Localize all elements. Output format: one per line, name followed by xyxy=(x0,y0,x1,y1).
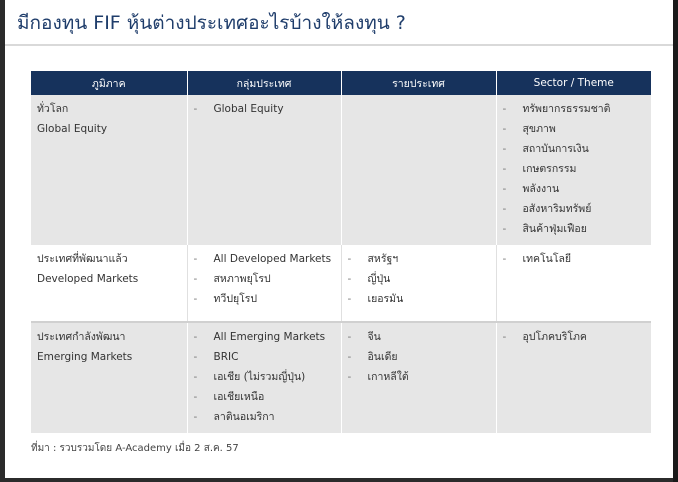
list-item: - อุปโภคบริโภค xyxy=(502,331,587,343)
list-item: - สหภาพยุโรป xyxy=(193,273,271,285)
list-item: - สหรัฐฯ xyxy=(347,253,399,265)
list-item: - สุขภาพ xyxy=(502,123,556,135)
list-item: - ญี่ปุ่น xyxy=(347,273,391,285)
list-item: - อสังหาริมทรัพย์ xyxy=(502,203,592,215)
slide: มีกองทุน FIF หุ้นต่างประเทศอะไรบ้างให้ลง… xyxy=(5,0,673,478)
title-bar: มีกองทุน FIF หุ้นต่างประเทศอะไรบ้างให้ลง… xyxy=(5,0,673,46)
list-item: - BRIC xyxy=(193,351,239,363)
list-item: - สินค้าฟุ่มเฟือย xyxy=(502,223,587,235)
list-item: - จีน xyxy=(347,331,381,343)
table-row: ประเทศกำลังพัฒนา Emerging Markets - All E… xyxy=(31,322,651,433)
header-country: รายประเทศ xyxy=(341,71,497,95)
source-note: ที่มา : รวบรวมโดย A-Academy เมื่อ 2 ส.ค.… xyxy=(31,443,239,454)
table-header-row: ภูมิภาค กลุ่มประเทศ รายประเทศ Sector / T… xyxy=(31,71,651,95)
slide-title: มีกองทุน FIF หุ้นต่างประเทศอะไรบ้างให้ลง… xyxy=(17,12,406,34)
fif-fund-table: ภูมิภาค กลุ่มประเทศ รายประเทศ Sector / T… xyxy=(31,71,651,433)
group-cell: - All Developed Markets - สหภาพยุโรป - ทวีป… xyxy=(187,245,342,322)
sector-cell: - เทคโนโลยี xyxy=(496,245,651,322)
group-cell: - Global Equity xyxy=(187,95,342,245)
region-cell: ประเทศกำลังพัฒนา Emerging Markets xyxy=(31,322,188,433)
list-item: - สถาบันการเงิน xyxy=(502,143,589,155)
list-item: - All Emerging Markets xyxy=(193,331,326,343)
group-cell: - All Emerging Markets - BRIC - เอเชีย (ไม่… xyxy=(187,322,342,433)
list-item: - เกาหลีใต้ xyxy=(347,371,409,383)
list-item: - ทวีปยุโรป xyxy=(193,293,258,305)
region-label-en: Emerging Markets xyxy=(37,351,133,363)
country-cell: - สหรัฐฯ - ญี่ปุ่น - เยอรมัน xyxy=(341,245,497,322)
list-item: - เอเชีย (ไม่รวมญี่ปุ่น) xyxy=(193,371,306,383)
list-item: - เอเชียเหนือ xyxy=(193,391,265,403)
list-item: - ทรัพยากรธรรมชาติ xyxy=(502,103,611,115)
list-item: - เยอรมัน xyxy=(347,293,404,305)
list-item: - เทคโนโลยี xyxy=(502,253,572,265)
table-row: ทั่วโลก Global Equity - Global Equity - ทร… xyxy=(31,95,651,245)
region-cell: ทั่วโลก Global Equity xyxy=(31,95,188,245)
list-item: - Global Equity xyxy=(193,103,284,115)
header-country-group: กลุ่มประเทศ xyxy=(187,71,342,95)
window-edge xyxy=(673,0,678,482)
list-item: - เกษตรกรรม xyxy=(502,163,577,175)
region-label-en: Global Equity xyxy=(37,123,108,135)
table-row: ประเทศที่พัฒนาแล้ว Developed Markets - Al… xyxy=(31,245,651,322)
region-label-th: ทั่วโลก xyxy=(37,103,69,115)
sector-cell: - อุปโภคบริโภค xyxy=(496,322,651,433)
region-label-th: ประเทศกำลังพัฒนา xyxy=(37,331,126,343)
country-cell xyxy=(341,95,497,245)
list-item: - พลังงาน xyxy=(502,183,560,195)
header-sector-theme: Sector / Theme xyxy=(496,71,651,95)
list-item: - อินเดีย xyxy=(347,351,398,363)
region-cell: ประเทศที่พัฒนาแล้ว Developed Markets xyxy=(31,245,188,322)
list-item: - ลาตินอเมริกา xyxy=(193,411,275,423)
region-label-en: Developed Markets xyxy=(37,273,139,285)
header-region: ภูมิภาค xyxy=(31,71,188,95)
country-cell: - จีน - อินเดีย - เกาหลีใต้ xyxy=(341,322,497,433)
region-label-th: ประเทศที่พัฒนาแล้ว xyxy=(37,253,128,265)
list-item: - All Developed Markets xyxy=(193,253,332,265)
sector-cell: - ทรัพยากรธรรมชาติ - สุขภาพ - สถาบันการเงิน… xyxy=(496,95,651,245)
